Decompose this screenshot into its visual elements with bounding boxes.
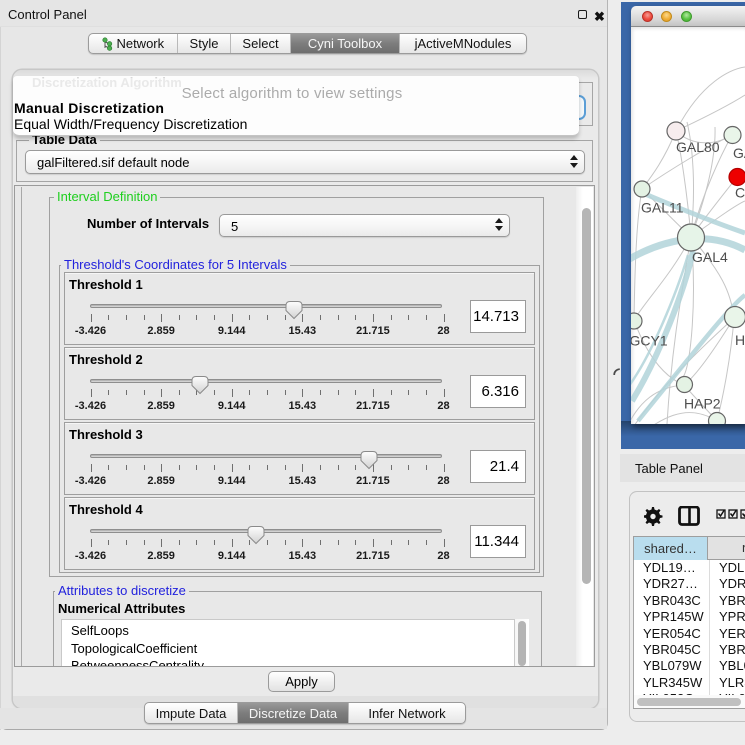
svg-text:GCY1: GCY1: [631, 333, 668, 349]
svg-text:H: H: [735, 332, 745, 348]
svg-text:GAL11: GAL11: [641, 200, 684, 216]
svg-text:GAL80: GAL80: [676, 139, 720, 155]
svg-text:HAP2: HAP2: [684, 396, 721, 412]
svg-text:C: C: [735, 185, 745, 201]
svg-text:GAL: GAL: [733, 145, 745, 161]
svg-text:GAL4: GAL4: [692, 249, 728, 265]
